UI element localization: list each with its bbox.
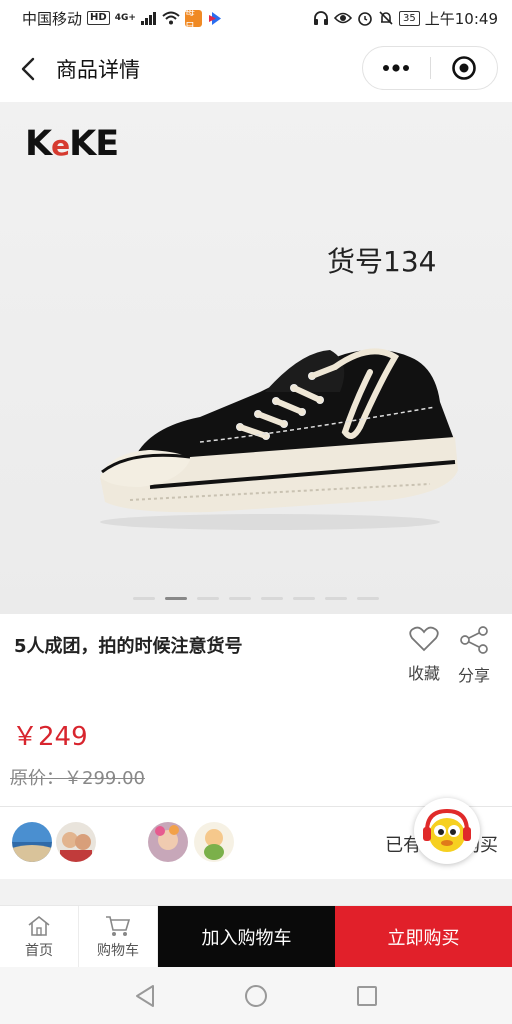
carousel-dot — [261, 597, 283, 600]
carousel-dot — [229, 597, 251, 600]
network-type: 4G+ — [114, 13, 136, 23]
tab-cart[interactable]: 购物车 — [79, 906, 158, 968]
system-nav-bar — [0, 967, 512, 1024]
app-notification-icon-2 — [208, 11, 221, 25]
avatar — [12, 822, 52, 862]
heart-icon — [409, 626, 439, 652]
more-button[interactable] — [363, 46, 430, 90]
product-image-carousel[interactable]: KeKE 货号134 — [0, 102, 512, 614]
favorite-button[interactable]: 收藏 — [402, 626, 446, 684]
more-dots-icon — [383, 64, 410, 72]
tab-home[interactable]: 首页 — [0, 906, 79, 968]
product-info: 5人成团，拍的时候注意货号 收藏 分享 ￥249 原价：￥299.00 — [0, 614, 512, 806]
add-to-cart-button[interactable]: 加入购物车 — [158, 906, 335, 968]
original-price: 原价：￥299.00 — [10, 768, 145, 789]
app-notification-icon: 每日 — [184, 7, 202, 33]
avatar — [56, 822, 96, 862]
alarm-icon — [358, 12, 372, 26]
system-recents-button[interactable] — [347, 976, 387, 1016]
share-label: 分享 — [457, 666, 490, 685]
status-bar: 中国移动 HD 4G+ 每日 35 上午10:49 — [0, 0, 512, 36]
home-icon — [28, 915, 50, 936]
share-button[interactable]: 分享 — [452, 626, 496, 686]
carousel-dot — [133, 597, 155, 600]
avatar — [194, 822, 234, 862]
miniprogram-capsule — [362, 46, 498, 90]
battery-icon: 35 — [399, 10, 420, 26]
customer-service-mascot-button[interactable] — [414, 798, 480, 864]
cart-icon — [106, 915, 131, 936]
mascot-icon — [423, 808, 471, 852]
clock: 上午10:49 — [424, 9, 498, 28]
system-home-button[interactable] — [236, 976, 276, 1016]
carousel-dot — [165, 597, 187, 600]
carousel-dot — [197, 597, 219, 600]
section-gap — [0, 879, 512, 905]
circle-home-icon — [244, 984, 267, 1007]
system-back-button[interactable] — [125, 976, 165, 1016]
mute-icon — [379, 11, 393, 25]
share-icon — [460, 626, 488, 654]
triangle-back-icon — [136, 984, 155, 1007]
carrier-name: 中国移动 — [22, 9, 83, 28]
buy-now-button[interactable]: 立即购买 — [335, 906, 512, 968]
tab-cart-label: 购物车 — [97, 942, 139, 959]
signal-icon — [140, 11, 156, 25]
product-title: 5人成团，拍的时候注意货号 — [14, 636, 243, 657]
carousel-dot — [325, 597, 347, 600]
headset-icon — [314, 11, 329, 25]
current-price: ￥249 — [12, 722, 88, 752]
target-icon — [451, 56, 476, 80]
item-code-label: 货号134 — [327, 245, 437, 278]
square-recents-icon — [356, 985, 377, 1006]
carousel-dot — [357, 597, 379, 600]
carousel-indicator — [0, 597, 512, 600]
tab-home-label: 首页 — [25, 942, 53, 959]
chevron-left-icon — [21, 57, 35, 81]
back-button[interactable] — [0, 36, 56, 102]
page-title: 商品详情 — [56, 58, 140, 82]
favorite-label: 收藏 — [407, 664, 440, 683]
avatar — [148, 822, 188, 862]
nav-bar: 商品详情 — [0, 36, 512, 102]
product-image-shoe — [100, 348, 458, 530]
wifi-icon — [162, 11, 180, 25]
carousel-dot — [293, 597, 315, 600]
eye-icon — [334, 12, 353, 24]
hd-badge: HD — [87, 11, 110, 25]
bottom-action-bar: 首页 购物车 加入购物车 立即购买 — [0, 905, 512, 968]
brand-logo: KeKE — [25, 124, 119, 164]
close-miniprogram-button[interactable] — [431, 46, 498, 90]
